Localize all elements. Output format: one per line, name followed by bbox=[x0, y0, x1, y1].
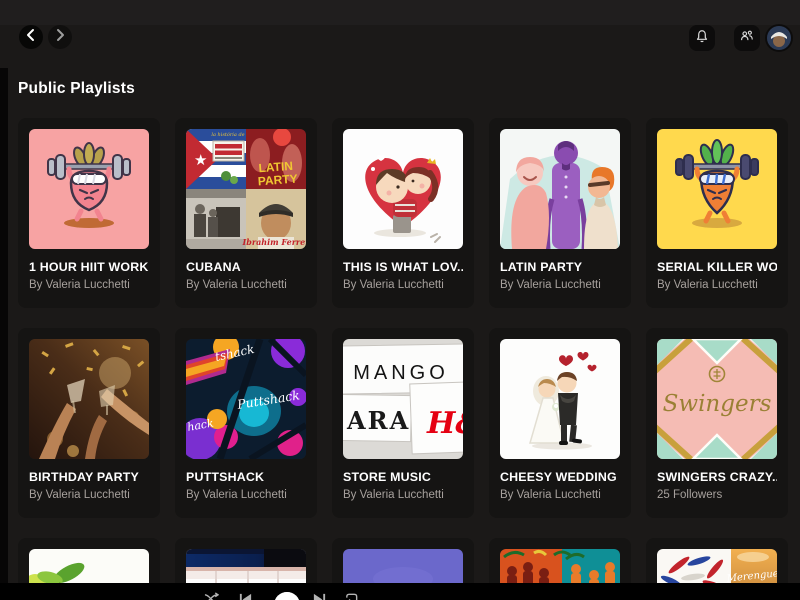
svg-text:ARA: ARA bbox=[346, 406, 410, 435]
chibi-couple-heart-illustration bbox=[343, 129, 463, 249]
profile-avatar[interactable] bbox=[767, 26, 791, 50]
app-window: Public Playlists 1 HOUR HIIT WORK... By … bbox=[0, 0, 800, 600]
svg-text:la história de: la história de bbox=[211, 131, 244, 138]
playlist-card[interactable]: Swingers SWINGERS CRAZY... 25 Followers bbox=[646, 328, 788, 518]
carrot-workout-illustration bbox=[657, 129, 777, 249]
playlist-subtitle: By Valeria Lucchetti bbox=[29, 489, 130, 501]
playlist-cover-art: tshack hack Puttshack bbox=[186, 339, 306, 459]
duotone-artists-illustration bbox=[500, 129, 620, 249]
playlist-title: THIS IS WHAT LOV... bbox=[343, 260, 463, 274]
player-bar bbox=[0, 583, 800, 600]
chevron-right-icon bbox=[48, 23, 72, 52]
bell-icon bbox=[693, 27, 711, 50]
svg-text:PARTY: PARTY bbox=[257, 172, 298, 189]
playlist-card[interactable]: SERIAL KILLER WO... By Valeria Lucchetti bbox=[646, 118, 788, 308]
playlist-cover-art: MANGO ARA H&M bbox=[343, 339, 463, 459]
forward-button[interactable] bbox=[48, 25, 72, 49]
playlist-card[interactable]: MANGO ARA H&M STORE MUSIC By Valeria Luc… bbox=[332, 328, 474, 518]
page-title: Public Playlists bbox=[18, 80, 135, 97]
playlist-card[interactable]: THIS IS WHAT LOV... By Valeria Lucchetti bbox=[332, 118, 474, 308]
playlist-card[interactable]: 1 HOUR HIIT WORK... By Valeria Lucchetti bbox=[18, 118, 160, 308]
playlist-title: PUTTSHACK bbox=[186, 470, 265, 484]
playlist-subtitle: By Valeria Lucchetti bbox=[186, 279, 287, 291]
back-button[interactable] bbox=[19, 25, 43, 49]
svg-text:Ibrahim Ferrer: Ibrahim Ferrer bbox=[242, 237, 306, 247]
playlist-title: SERIAL KILLER WO... bbox=[657, 260, 777, 274]
playlist-cover-art bbox=[657, 129, 777, 249]
swingers-deco-illustration: Swingers bbox=[657, 339, 777, 459]
playlist-title: CUBANA bbox=[186, 260, 241, 274]
playlist-subtitle: By Valeria Lucchetti bbox=[186, 489, 287, 501]
playlist-cover-art bbox=[500, 129, 620, 249]
puttshack-collage-illustration: tshack hack Puttshack bbox=[186, 339, 306, 459]
playlist-cover-art: ★ la história de LATIN PARTY Ibrahim Fer… bbox=[186, 129, 306, 249]
playlist-grid: 1 HOUR HIIT WORK... By Valeria Lucchetti… bbox=[18, 118, 788, 600]
playlist-cover-art bbox=[500, 339, 620, 459]
notifications-button[interactable] bbox=[689, 25, 715, 51]
playlist-cover-art bbox=[343, 129, 463, 249]
playlist-subtitle: By Valeria Lucchetti bbox=[500, 279, 601, 291]
play-button[interactable] bbox=[274, 592, 300, 600]
playlist-subtitle: 25 Followers bbox=[657, 489, 723, 501]
svg-text:H&M: H&M bbox=[426, 406, 463, 441]
playlist-card[interactable]: ★ la história de LATIN PARTY Ibrahim Fer… bbox=[175, 118, 317, 308]
playlist-card[interactable]: BIRTHDAY PARTY By Valeria Lucchetti bbox=[18, 328, 160, 518]
friend-activity-button[interactable] bbox=[734, 25, 760, 51]
repeat-icon[interactable] bbox=[344, 592, 359, 600]
playlist-cover-art bbox=[29, 339, 149, 459]
playlist-title: SWINGERS CRAZY... bbox=[657, 470, 777, 484]
radish-workout-illustration bbox=[29, 129, 149, 249]
left-edge-panel bbox=[0, 68, 8, 600]
previous-track-icon[interactable] bbox=[238, 592, 253, 600]
friends-icon bbox=[738, 27, 756, 50]
playlist-title: LATIN PARTY bbox=[500, 260, 583, 274]
playlist-subtitle: By Valeria Lucchetti bbox=[657, 279, 758, 291]
svg-text:Swingers: Swingers bbox=[663, 391, 772, 417]
window-top-strip bbox=[0, 0, 800, 25]
next-track-icon[interactable] bbox=[312, 592, 327, 600]
champagne-toast-photo bbox=[29, 339, 149, 459]
playlist-card[interactable]: tshack hack Puttshack PUTTSHACK By Valer… bbox=[175, 328, 317, 518]
playlist-subtitle: By Valeria Lucchetti bbox=[29, 279, 130, 291]
playlist-card[interactable]: CHEESY WEDDING By Valeria Lucchetti bbox=[489, 328, 631, 518]
cuban-collage-illustration: ★ la história de LATIN PARTY Ibrahim Fer… bbox=[186, 129, 306, 249]
bride-groom-illustration bbox=[500, 339, 620, 459]
playlist-title: BIRTHDAY PARTY bbox=[29, 470, 139, 484]
fashion-logos-collage: MANGO ARA H&M bbox=[343, 339, 463, 459]
playlist-subtitle: By Valeria Lucchetti bbox=[343, 489, 444, 501]
playlist-subtitle: By Valeria Lucchetti bbox=[500, 489, 601, 501]
chevron-left-icon bbox=[19, 23, 43, 52]
playlist-title: 1 HOUR HIIT WORK... bbox=[29, 260, 149, 274]
playlist-subtitle: By Valeria Lucchetti bbox=[343, 279, 444, 291]
svg-text:MANGO: MANGO bbox=[353, 362, 449, 384]
play-icon bbox=[275, 592, 299, 600]
playlist-cover-art bbox=[29, 129, 149, 249]
svg-text:★: ★ bbox=[194, 152, 207, 169]
playlist-card[interactable]: LATIN PARTY By Valeria Lucchetti bbox=[489, 118, 631, 308]
playlist-cover-art: Swingers bbox=[657, 339, 777, 459]
playlist-title: STORE MUSIC bbox=[343, 470, 432, 484]
playlist-title: CHEESY WEDDING bbox=[500, 470, 617, 484]
shuffle-icon[interactable] bbox=[204, 592, 220, 600]
